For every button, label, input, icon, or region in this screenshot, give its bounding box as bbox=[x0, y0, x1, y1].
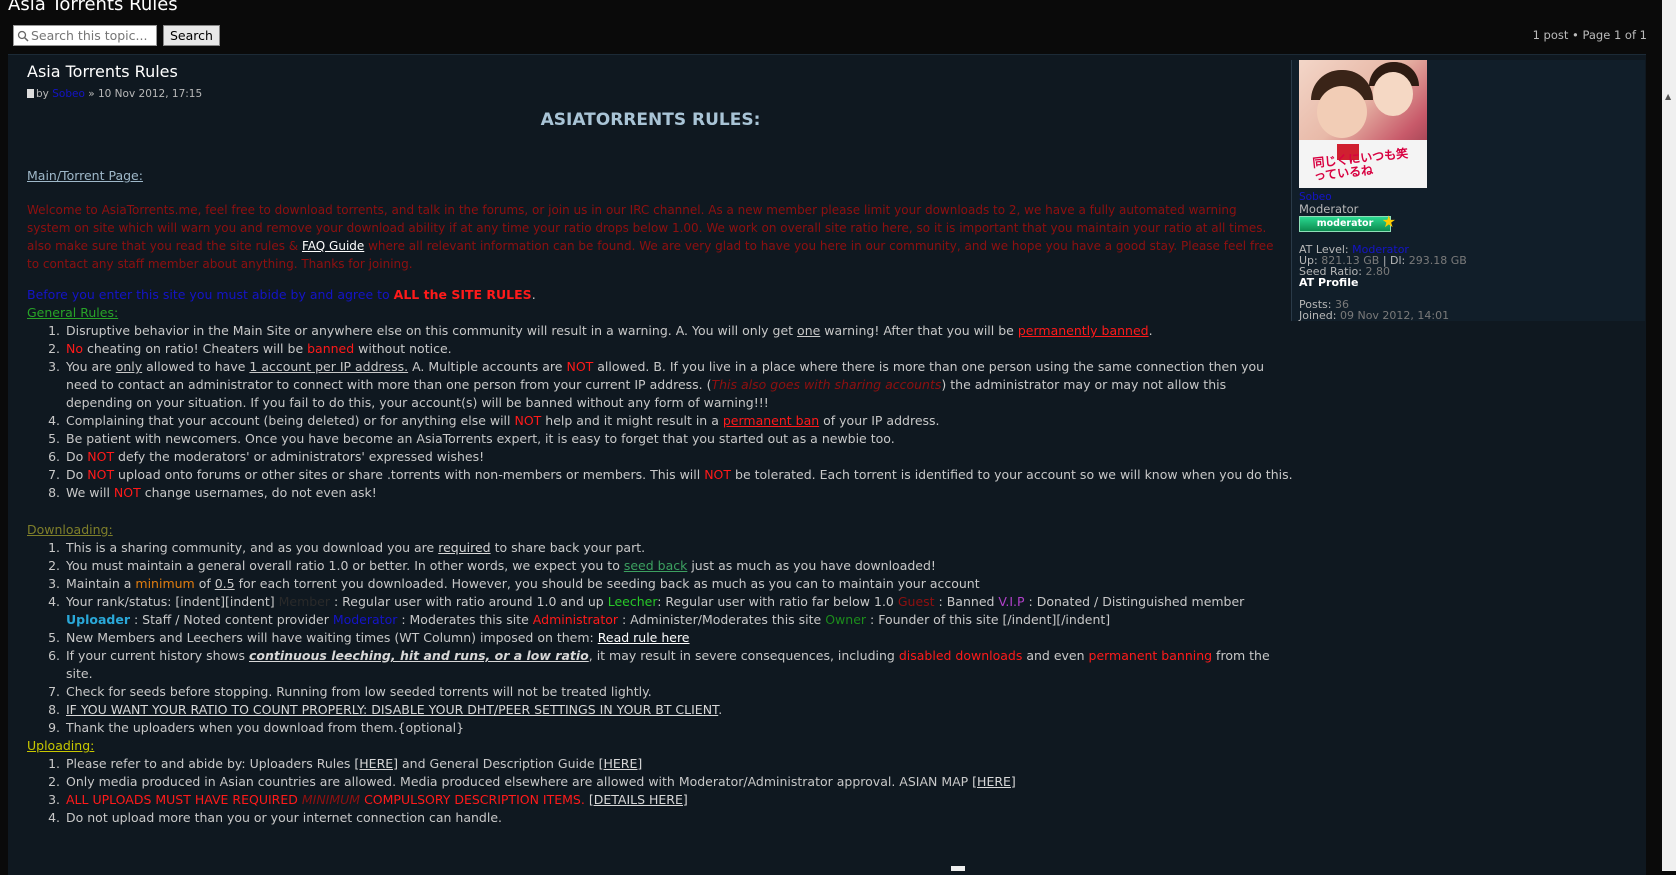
list-item: We will NOT change usernames, do not eve… bbox=[64, 484, 1294, 502]
section-title-downloading: Downloading: bbox=[27, 522, 113, 537]
scroll-arrow-icon[interactable]: ▲ bbox=[1665, 92, 1671, 101]
rank-badge: moderator ★ bbox=[1299, 214, 1396, 232]
post-date: » 10 Nov 2012, 17:15 bbox=[88, 88, 203, 100]
page-title: Asia Torrents Rules bbox=[8, 0, 178, 15]
faq-guide-link[interactable]: FAQ Guide bbox=[302, 239, 364, 253]
permanently-banned-link[interactable]: permanently banned bbox=[1018, 323, 1149, 338]
post-icon bbox=[27, 89, 34, 98]
scrollbar[interactable]: ▲ bbox=[1662, 0, 1676, 871]
post-author-link[interactable]: Sobeo bbox=[52, 88, 85, 100]
list-item: Your rank/status: [indent][indent] Membe… bbox=[64, 593, 1294, 629]
list-item: IF YOU WANT YOUR RATIO TO COUNT PROPERLY… bbox=[64, 701, 1294, 719]
list-item: Do not upload more than you or your inte… bbox=[64, 809, 1294, 827]
section-title-general: General Rules: bbox=[27, 305, 119, 320]
read-rule-link[interactable]: Read rule here bbox=[598, 630, 690, 645]
list-item: No cheating on ratio! Cheaters will be b… bbox=[64, 340, 1294, 358]
list-item: ALL UPLOADS MUST HAVE REQUIRED MINIMUM C… bbox=[64, 791, 1294, 809]
list-item: Thank the uploaders when you download fr… bbox=[64, 719, 1294, 737]
rules-heading: ASIATORRENTS RULES: bbox=[540, 110, 761, 130]
list-item: Do NOT defy the moderators' or administr… bbox=[64, 448, 1294, 466]
list-item: Check for seeds before stopping. Running… bbox=[64, 683, 1294, 701]
profile-rank: Moderator bbox=[1299, 202, 1359, 216]
list-item: Maintain a minimum of 0.5 for each torre… bbox=[64, 575, 1294, 593]
pagination-info: 1 post • Page 1 of 1 bbox=[1532, 28, 1647, 42]
profile-joined: Joined: 09 Nov 2012, 14:01 bbox=[1299, 309, 1450, 322]
list-item: Do NOT upload onto forums or other sites… bbox=[64, 466, 1294, 484]
list-item: If your current history shows continuous… bbox=[64, 647, 1294, 683]
post-title[interactable]: Asia Torrents Rules bbox=[27, 62, 178, 81]
list-item: Complaining that your account (being del… bbox=[64, 412, 1294, 430]
at-profile-link[interactable]: AT Profile bbox=[1299, 276, 1358, 289]
uploaders-rules-link[interactable]: [HERE] bbox=[354, 756, 398, 771]
search-input[interactable] bbox=[29, 28, 153, 43]
before-entering-text: Before you enter this site you must abid… bbox=[27, 287, 536, 302]
search-icon bbox=[17, 30, 29, 42]
seed-back-link[interactable]: seed back bbox=[624, 558, 688, 573]
asian-map-link[interactable]: [HERE] bbox=[972, 774, 1016, 789]
post-meta: by Sobeo » 10 Nov 2012, 17:15 bbox=[27, 88, 202, 100]
download-rules-list: This is a sharing community, and as you … bbox=[27, 539, 1294, 737]
list-item: New Members and Leechers will have waiti… bbox=[64, 629, 1294, 647]
list-item: Disruptive behavior in the Main Site or … bbox=[64, 322, 1294, 340]
list-item: You are only allowed to have 1 account p… bbox=[64, 358, 1294, 412]
author-profile-sidebar: 同じくにいつも笑っているね Sobeo Moderator moderator ★… bbox=[1291, 60, 1645, 322]
star-icon: ★ bbox=[1381, 212, 1396, 231]
search-input-wrapper[interactable] bbox=[13, 25, 157, 46]
list-item: Please refer to and abide by: Uploaders … bbox=[64, 755, 1294, 773]
welcome-paragraph: Welcome to AsiaTorrents.me, feel free to… bbox=[27, 203, 1274, 271]
list-item: You must maintain a general overall rati… bbox=[64, 557, 1294, 575]
section-title-uploading: Uploading: bbox=[27, 738, 95, 753]
post-panel: Asia Torrents Rules by Sobeo » 10 Nov 20… bbox=[8, 54, 1646, 875]
section-title-main: Main/Torrent Page: bbox=[27, 168, 143, 183]
site-rules-text: ALL the SITE RULES bbox=[393, 287, 532, 302]
details-link[interactable]: [DETAILS HERE] bbox=[589, 792, 688, 807]
list-item: This is a sharing community, and as you … bbox=[64, 539, 1294, 557]
upload-rules-list: Please refer to and abide by: Uploaders … bbox=[27, 755, 1294, 827]
list-item: Only media produced in Asian countries a… bbox=[64, 773, 1294, 791]
permanent-ban-link[interactable]: permanent ban bbox=[723, 413, 819, 428]
search-button[interactable]: Search bbox=[163, 25, 220, 46]
description-guide-link[interactable]: [HERE] bbox=[599, 756, 643, 771]
avatar[interactable]: 同じくにいつも笑っているね bbox=[1299, 60, 1427, 188]
resize-handle bbox=[951, 866, 965, 871]
list-item: Be patient with newcomers. Once you have… bbox=[64, 430, 1294, 448]
general-rules-list: Disruptive behavior in the Main Site or … bbox=[27, 322, 1294, 502]
